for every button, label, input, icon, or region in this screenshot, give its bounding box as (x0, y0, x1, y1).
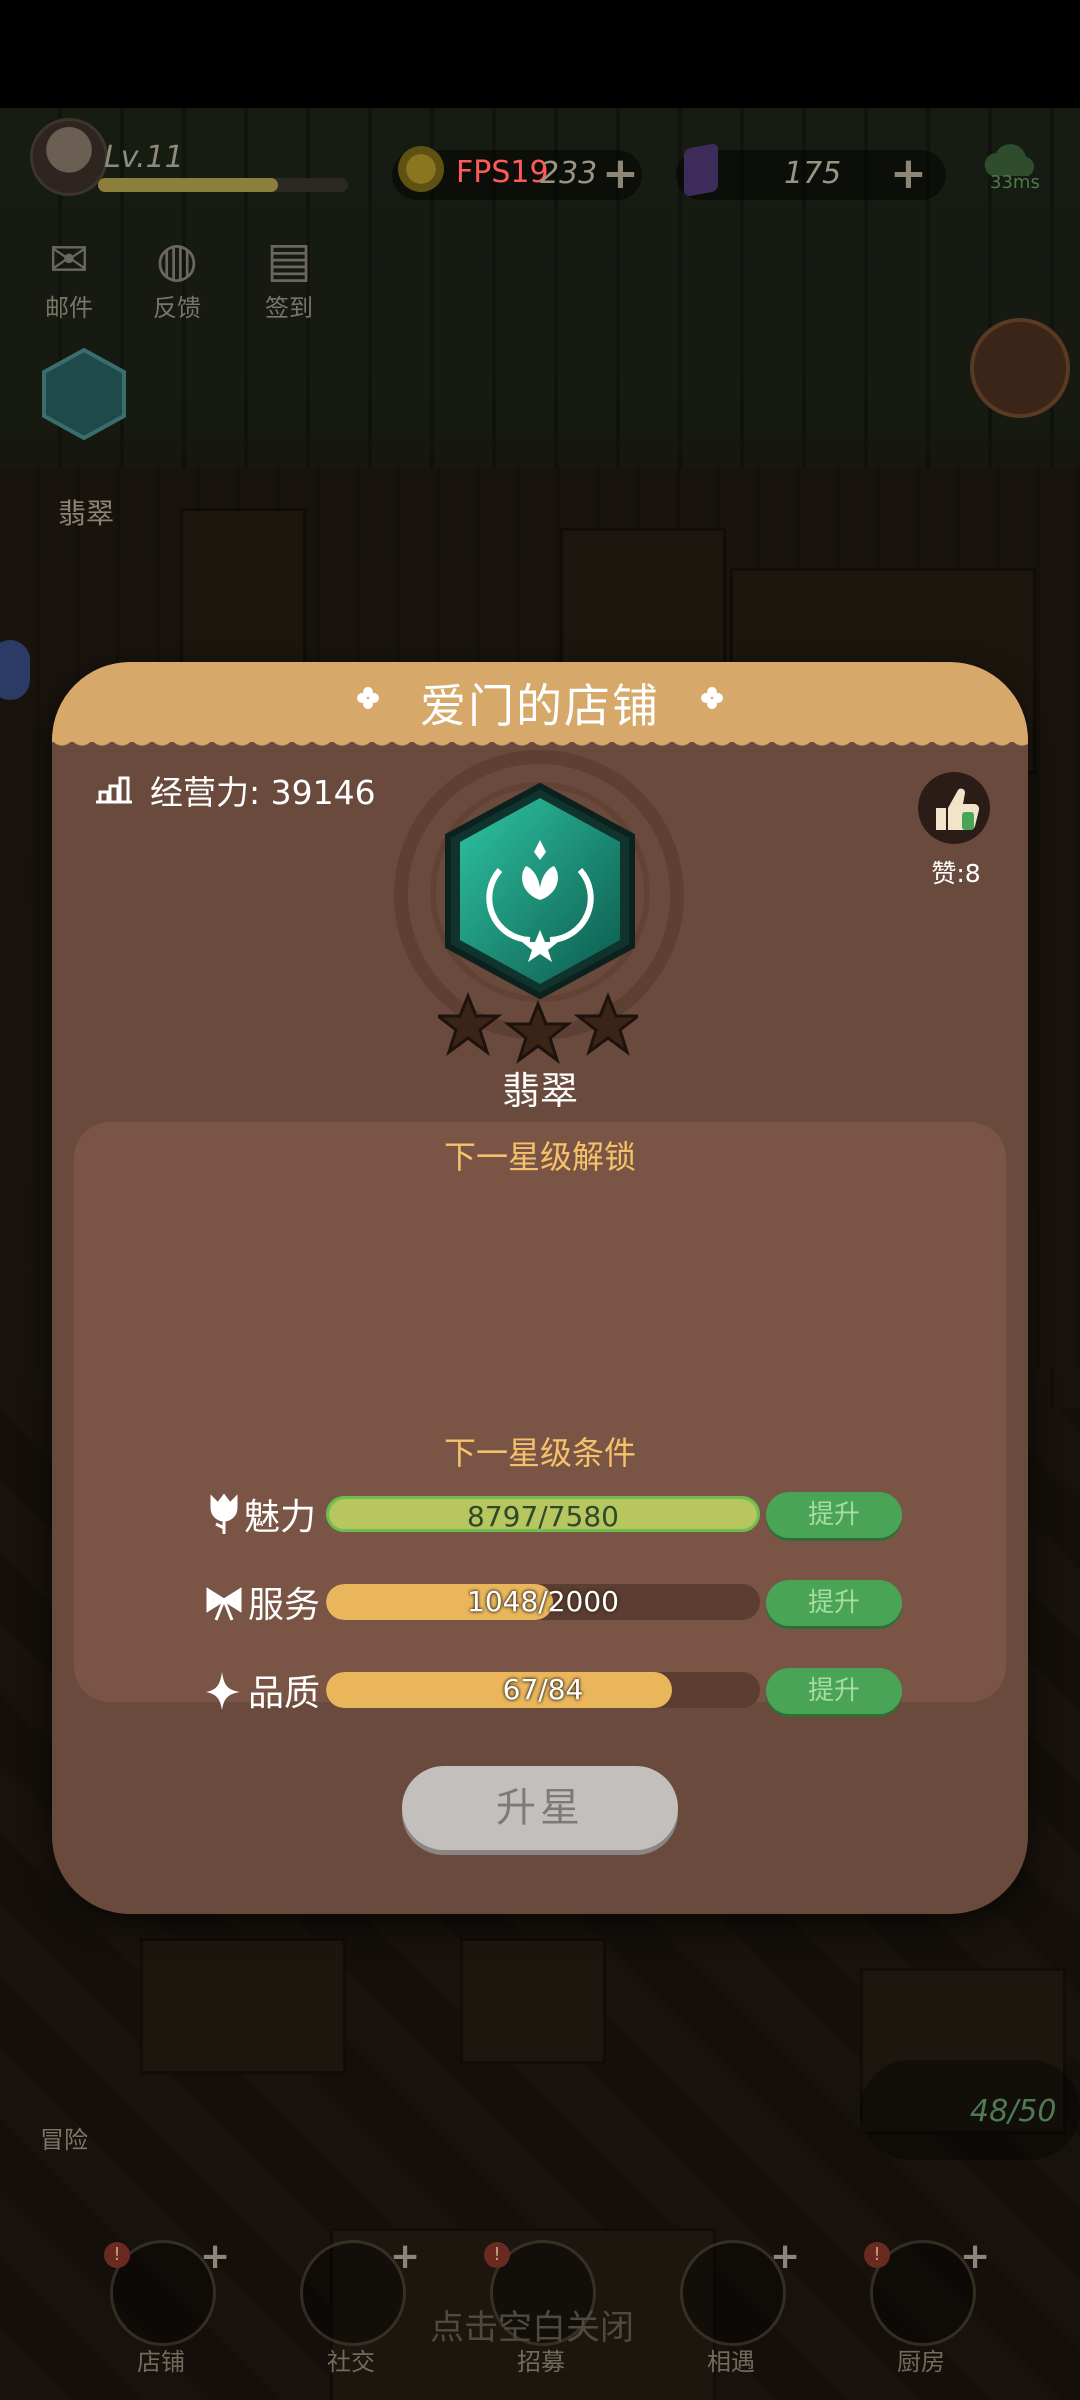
plus-icon: + (390, 2236, 421, 2277)
tap-to-close-hint: 点击空白关闭 (430, 2308, 634, 2348)
like-count: 赞:8 (931, 859, 981, 888)
attr-name-quality: 品质 (248, 1673, 321, 1714)
nav-label-encounter: 相遇 (707, 2348, 755, 2376)
side-menu-checkin[interactable]: ▤ 签到 (244, 232, 334, 323)
quality-progress-bar: 67/84 (326, 1672, 760, 1708)
coin-icon (398, 146, 444, 192)
ping-readout: 33ms (990, 172, 1040, 193)
charm-upgrade-button[interactable]: 提升 (766, 1492, 902, 1538)
service-progress-text: 1048/2000 (467, 1585, 619, 1618)
plus-icon: + (200, 2236, 231, 2277)
notification-dot: ! (484, 2242, 510, 2268)
add-coins-button[interactable]: + (602, 152, 639, 196)
thumbs-up-icon (936, 788, 980, 831)
side-menu-mail[interactable]: ✉ 邮件 (24, 232, 114, 323)
side-menu-label: 邮件 (45, 294, 93, 322)
service-progress-bar: 1048/2000 (326, 1584, 760, 1620)
add-gems-button[interactable]: + (890, 152, 927, 196)
nav-label-social: 社交 (327, 2348, 375, 2376)
rank-name: 翡翠 (501, 1069, 578, 1113)
dialog-title: 爱门的店铺 (420, 679, 660, 733)
emerald-rank-emblem-icon (445, 782, 635, 1000)
side-menu-feedback[interactable]: ◍ 反馈 (132, 232, 222, 323)
energy-value: 48/50 (970, 2094, 1057, 2129)
plus-icon: + (770, 2236, 801, 2277)
globe-icon: ◍ (156, 232, 198, 288)
book-button[interactable] (970, 318, 1070, 418)
coin-count: 233 (540, 156, 598, 191)
player-avatar[interactable] (30, 118, 108, 196)
bow-icon (206, 1587, 242, 1621)
business-power: 经营力: 39146 (150, 773, 376, 812)
service-upgrade-button[interactable]: 提升 (766, 1580, 902, 1626)
shop-dialog: 爱门的店铺 经营力: 39146 赞:8 翡翠 下一星级解锁 下一星级条件 魅力… (52, 662, 1028, 1914)
sparkle-icon (206, 1672, 240, 1710)
mail-icon: ✉ (48, 232, 90, 288)
side-menu-label: 反馈 (153, 294, 201, 322)
attr-name-service: 服务 (248, 1585, 321, 1626)
exp-bar (98, 178, 348, 192)
status-bar (0, 0, 1080, 108)
fps-readout: FPS19 (456, 155, 549, 190)
plus-icon: + (960, 2236, 991, 2277)
nav-label-kitchen: 厨房 (897, 2348, 945, 2376)
quality-progress-text: 67/84 (502, 1673, 584, 1706)
next-condition-title: 下一星级条件 (443, 1434, 636, 1472)
side-chat-tab[interactable] (0, 640, 30, 700)
calendar-icon: ▤ (266, 232, 312, 288)
power-chart-icon (96, 776, 132, 804)
adventure-button[interactable]: 冒险 (40, 2120, 88, 2155)
charm-progress-text: 8797/7580 (467, 1500, 619, 1532)
player-level: Lv.11 (104, 140, 184, 175)
like-button[interactable] (918, 772, 990, 844)
rank-badge-small-icon[interactable] (38, 346, 130, 442)
tulip-icon (210, 1493, 238, 1534)
side-menu-label: 签到 (265, 294, 313, 322)
rank-label-left: 翡翠 (58, 497, 115, 530)
notification-dot: ! (104, 2242, 130, 2268)
charm-progress-bar: 8797/7580 (326, 1496, 760, 1532)
next-unlock-title: 下一星级解锁 (443, 1138, 636, 1176)
attr-name-charm: 魅力 (244, 1497, 317, 1538)
nav-label-shop: 店铺 (137, 2348, 185, 2376)
star-up-button[interactable]: 升星 (402, 1766, 678, 1850)
quality-upgrade-button[interactable]: 提升 (766, 1668, 902, 1714)
gem-icon (684, 143, 718, 197)
exp-bar-fill (98, 178, 278, 192)
rank-stars (438, 991, 638, 1064)
gem-count: 175 (784, 156, 842, 191)
notification-dot: ! (864, 2242, 890, 2268)
